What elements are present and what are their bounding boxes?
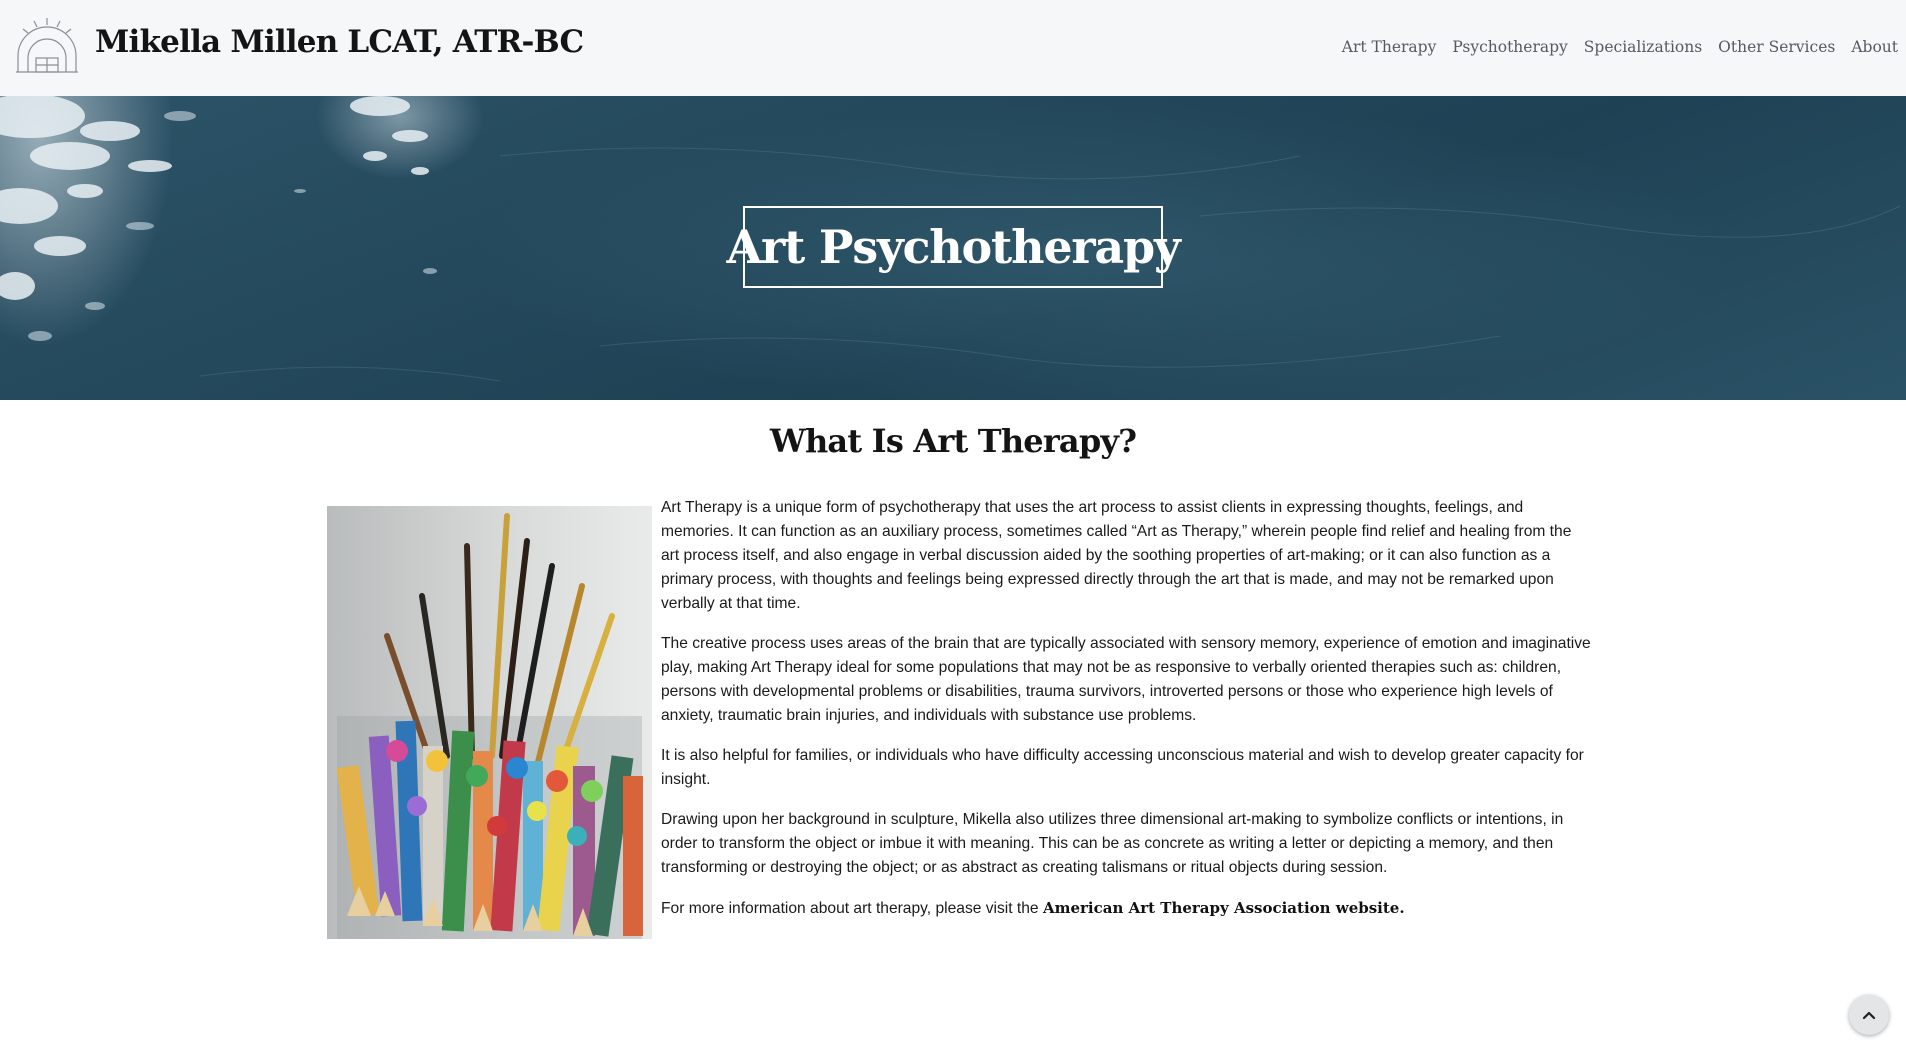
aata-website-link[interactable]: American Art Therapy Association website… bbox=[1043, 899, 1405, 917]
nav-specializations[interactable]: Specializations bbox=[1584, 38, 1702, 56]
nav-art-therapy[interactable]: Art Therapy bbox=[1342, 38, 1437, 56]
chevron-up-icon bbox=[1862, 1011, 1876, 1020]
paragraph-2: The creative process uses areas of the b… bbox=[661, 635, 1591, 724]
more-info-paragraph: For more information about art therapy, … bbox=[661, 896, 1591, 921]
site-header: Mikella Millen LCAT, ATR-BC Art Therapy … bbox=[0, 0, 1906, 96]
paragraph-1: Art Therapy is a unique form of psychoth… bbox=[661, 499, 1572, 612]
hero-title-box: Art Psychotherapy bbox=[726, 206, 1181, 288]
section-heading: What Is Art Therapy? bbox=[769, 422, 1137, 460]
paragraph-4: Drawing upon her background in sculpture… bbox=[661, 811, 1564, 876]
hero-title: Art Psychotherapy bbox=[726, 220, 1180, 274]
site-title[interactable]: Mikella Millen LCAT, ATR-BC bbox=[95, 24, 584, 60]
scroll-to-top-button[interactable] bbox=[1849, 995, 1889, 1035]
sunrise-arch-logo-icon[interactable] bbox=[14, 16, 80, 74]
hero-banner: Art Psychotherapy bbox=[0, 96, 1906, 400]
paragraph-3: It is also helpful for families, or indi… bbox=[661, 747, 1584, 788]
article-body: Art Therapy is a unique form of psychoth… bbox=[661, 496, 1591, 937]
art-supplies-image bbox=[327, 506, 652, 939]
nav-psychotherapy[interactable]: Psychotherapy bbox=[1452, 38, 1567, 56]
nav-other-services[interactable]: Other Services bbox=[1718, 38, 1835, 56]
nav-about[interactable]: About bbox=[1851, 38, 1898, 56]
more-info-text: For more information about art therapy, … bbox=[661, 900, 1043, 917]
main-nav: Art Therapy Psychotherapy Specialization… bbox=[1342, 38, 1898, 56]
